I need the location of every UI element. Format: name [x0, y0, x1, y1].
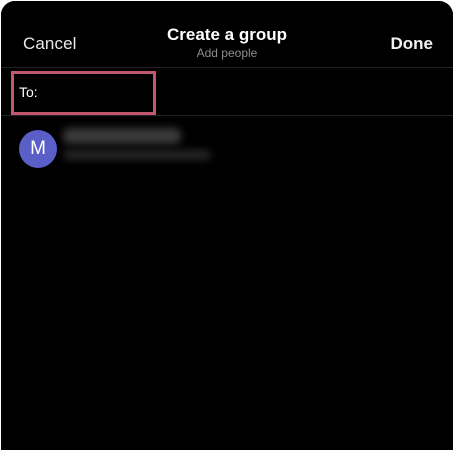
- done-button[interactable]: Done: [391, 34, 434, 54]
- to-divider: [1, 115, 453, 116]
- to-label: To:: [19, 84, 38, 100]
- create-group-screen: Cancel Create a group Add people Done To…: [1, 1, 453, 450]
- page-subtitle: Add people: [196, 46, 258, 60]
- to-field[interactable]: To:: [11, 71, 156, 115]
- header-divider: [1, 67, 453, 68]
- avatar: M: [19, 130, 57, 168]
- status-bar: [1, 1, 453, 15]
- page-title: Create a group: [167, 25, 287, 44]
- header: Cancel Create a group Add people Done: [1, 15, 453, 67]
- title-block: Create a group Add people: [1, 25, 453, 60]
- contact-detail-redacted: [63, 150, 211, 160]
- avatar-initial: M: [30, 138, 46, 159]
- list-item[interactable]: M: [1, 125, 453, 171]
- contact-name-redacted: [63, 128, 181, 144]
